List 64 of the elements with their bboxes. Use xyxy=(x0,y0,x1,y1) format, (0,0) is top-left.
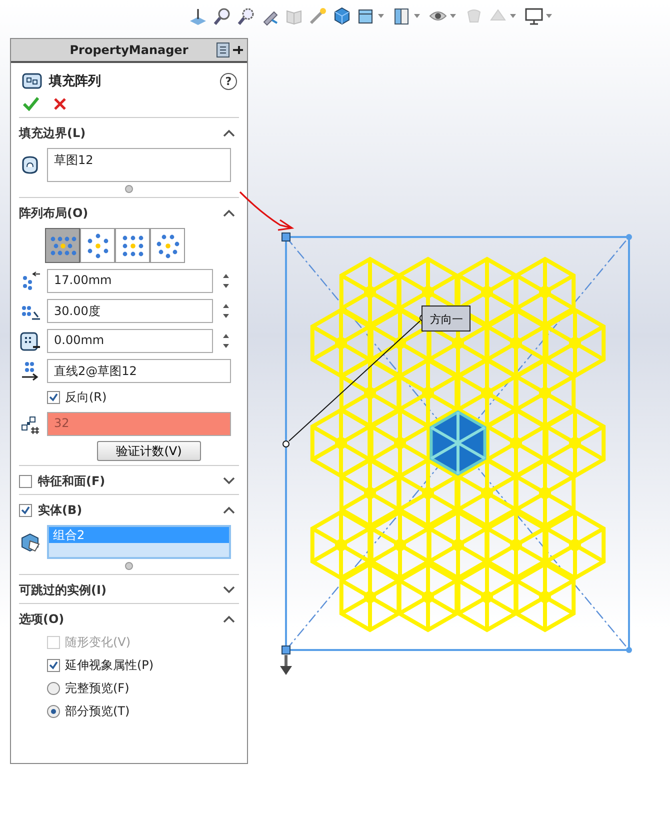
seed-hexagon-drawing[interactable] xyxy=(430,410,486,476)
sketch-point xyxy=(626,647,632,653)
section-title[interactable]: 选项(O) xyxy=(19,610,223,628)
handle-point[interactable] xyxy=(282,646,290,654)
pin-icon[interactable] xyxy=(215,42,245,58)
section-title[interactable]: 填充边界(L) xyxy=(19,124,223,142)
zoom-icon[interactable] xyxy=(212,6,232,26)
caret-icon[interactable] xyxy=(510,13,516,19)
direction-arrow[interactable] xyxy=(280,655,292,675)
input-field[interactable]: 30.00度 xyxy=(47,299,213,323)
monitor-icon[interactable] xyxy=(524,6,544,26)
caret-icon[interactable] xyxy=(450,13,456,19)
collapse-icon[interactable] xyxy=(223,615,235,623)
expand-icon[interactable] xyxy=(223,586,235,594)
checkbox-label: 反向(R) xyxy=(65,389,107,406)
direction-field[interactable]: 直线2@草图12 xyxy=(47,359,231,383)
callout-box[interactable] xyxy=(422,306,470,332)
resize-handle[interactable] xyxy=(125,562,133,570)
input-field[interactable]: 17.00mm xyxy=(47,269,213,293)
handle-point[interactable] xyxy=(282,232,290,242)
collapse-icon[interactable] xyxy=(223,506,235,514)
boundary-icon xyxy=(19,154,41,176)
checkbox[interactable] xyxy=(19,504,32,516)
radio-button[interactable] xyxy=(47,682,60,695)
collapse-icon[interactable] xyxy=(223,209,235,217)
layout-button[interactable] xyxy=(45,228,80,263)
radio-button[interactable] xyxy=(47,705,60,718)
help-button[interactable]: ? xyxy=(220,72,237,90)
selection-field[interactable]: 草图12 xyxy=(47,148,231,182)
resize-handle[interactable] xyxy=(125,185,133,193)
ok-icon[interactable] xyxy=(23,97,39,111)
layout-button[interactable] xyxy=(150,228,185,263)
caret-icon[interactable] xyxy=(378,13,384,19)
zoom-area-icon[interactable] xyxy=(236,6,256,26)
fill-pattern-icon xyxy=(21,71,43,91)
cube-icon[interactable] xyxy=(332,6,352,26)
collapse-icon[interactable] xyxy=(223,129,235,137)
feature-title: 填充阵列 xyxy=(49,72,102,90)
radio-label: 完整预览(F) xyxy=(65,680,130,697)
expand-icon[interactable] xyxy=(223,477,235,485)
checkbox[interactable] xyxy=(19,474,32,488)
panel-title: PropertyManager xyxy=(70,43,188,57)
checkbox-label: 随形变化(V) xyxy=(65,634,131,651)
body-icon xyxy=(19,531,41,553)
caret-icon[interactable] xyxy=(546,13,552,19)
section-title[interactable]: 实体(B) xyxy=(38,502,223,518)
layout-button[interactable] xyxy=(115,228,150,263)
close-icon[interactable] xyxy=(53,97,67,111)
plane-icon[interactable] xyxy=(188,6,208,26)
section-title[interactable]: 阵列布局(O) xyxy=(19,204,223,222)
sketch-point xyxy=(626,234,632,240)
checkbox[interactable] xyxy=(47,391,60,404)
input-field[interactable]: 0.00mm xyxy=(47,329,213,353)
layout-button[interactable] xyxy=(80,228,115,263)
checkbox[interactable] xyxy=(47,659,60,672)
callout-label: 方向一 xyxy=(430,313,463,326)
direction-icon xyxy=(19,360,41,382)
verify-count-button[interactable]: 验证计数(V) xyxy=(97,441,201,461)
section-title[interactable]: 可跳过的实例(I) xyxy=(19,582,223,598)
margin-icon xyxy=(19,330,41,352)
checkbox-label: 延伸视象属性(P) xyxy=(65,657,154,674)
caret-icon[interactable] xyxy=(414,13,420,19)
section-title[interactable]: 特征和面(F) xyxy=(38,472,223,490)
radio-label: 部分预览(T) xyxy=(65,703,130,720)
